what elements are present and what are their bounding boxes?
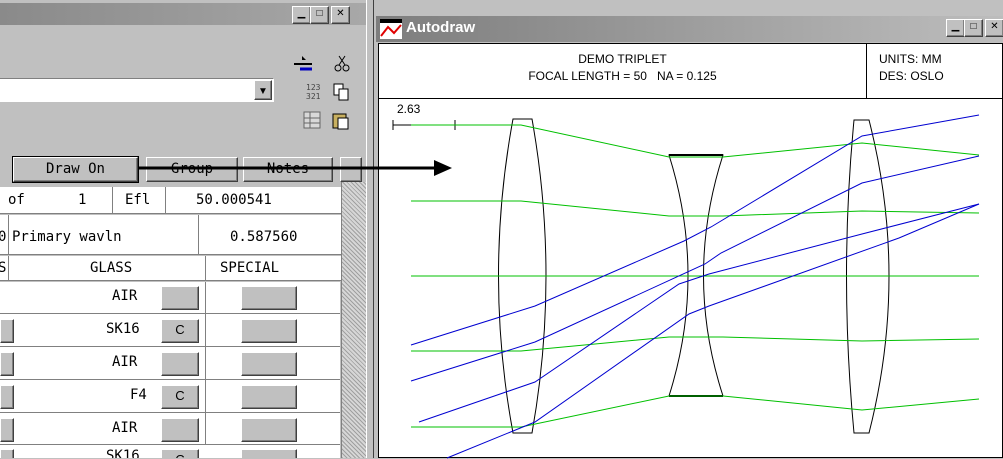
minimize-icon: ▁: [951, 21, 960, 32]
primary-wavelength-value: 0.587560: [230, 229, 298, 245]
close-button[interactable]: ✕: [985, 19, 1003, 37]
autodraw-titlebar-top: [376, 0, 1003, 16]
row-surface-button[interactable]: [0, 385, 14, 409]
draw-on-button[interactable]: Draw On: [12, 156, 139, 183]
lens-drawing: [392, 114, 980, 459]
sort-icon[interactable]: 123 321: [306, 83, 321, 101]
row2-prefix: 0: [0, 229, 7, 245]
table-row: AIR: [0, 413, 340, 445]
info-row-1: [0, 187, 366, 214]
table-row: SK16 C: [0, 446, 340, 458]
row-surface-button[interactable]: [0, 319, 14, 343]
divider: [205, 413, 206, 445]
green-rays: [411, 124, 980, 428]
autodraw-title: Autodraw: [406, 19, 476, 36]
maximize-button[interactable]: □: [964, 19, 983, 37]
close-button[interactable]: ✕: [331, 6, 350, 24]
autodraw-titlebar: Autodraw ▁ □ ✕: [376, 16, 1003, 42]
divider: [205, 282, 206, 314]
minimize-button[interactable]: ▁: [292, 6, 311, 24]
toolbar-icons: 123 321: [294, 55, 350, 130]
maximize-icon: □: [970, 21, 977, 32]
glass-name: SK16: [106, 448, 140, 458]
glass-solve-button[interactable]: C: [161, 449, 199, 458]
close-icon: ✕: [990, 21, 999, 32]
surfaces-count: 1: [78, 192, 87, 208]
table-row: F4 C: [0, 380, 340, 413]
copy-icon[interactable]: [333, 83, 349, 101]
divider: [198, 215, 199, 255]
draw-on-label: Draw On: [45, 161, 105, 177]
table-row: AIR: [0, 347, 340, 380]
pointer-arrow: [138, 160, 452, 176]
glass-solve-button[interactable]: C: [161, 385, 199, 409]
divider: [8, 256, 9, 281]
column-header-s: S: [0, 260, 7, 276]
glass-name: F4: [130, 387, 147, 403]
maximize-icon: □: [316, 8, 323, 19]
column-header-special: SPECIAL: [220, 260, 280, 276]
close-icon: ✕: [336, 8, 345, 19]
efl-label: Efl: [125, 192, 151, 208]
special-button[interactable]: [241, 385, 297, 409]
glass-solve-button[interactable]: [161, 286, 199, 310]
row-surface-button[interactable]: [0, 449, 14, 458]
table-row: AIR: [0, 282, 340, 314]
divider: [205, 380, 206, 413]
glass-solve-button[interactable]: [161, 352, 199, 376]
svg-text:123: 123: [306, 83, 321, 92]
special-button[interactable]: [241, 352, 297, 376]
special-button[interactable]: [241, 449, 297, 458]
autodraw-app-icon: [380, 19, 402, 39]
special-button[interactable]: [241, 319, 297, 343]
divider: [112, 187, 113, 214]
maximize-button[interactable]: □: [310, 6, 329, 24]
divider: [205, 347, 206, 380]
chevron-down-icon: ▼: [258, 86, 268, 97]
glass-name: AIR: [112, 288, 138, 304]
line-style-icon[interactable]: [294, 56, 312, 71]
divider: [205, 314, 206, 347]
lens-combo[interactable]: ▼: [0, 78, 274, 102]
glass-name: SK16: [106, 321, 140, 337]
autodraw-canvas: DEMO TRIPLET FOCAL LENGTH = 50 NA = 0.12…: [378, 43, 1003, 459]
table-row: SK16 C: [0, 314, 340, 347]
divider: [205, 256, 206, 281]
glass-name: AIR: [112, 420, 138, 436]
row-surface-button[interactable]: [0, 352, 14, 376]
paste-icon[interactable]: [332, 113, 349, 130]
primary-wavelength-label: Primary wavln: [12, 229, 122, 245]
combo-dropdown-button[interactable]: ▼: [254, 80, 272, 100]
glass-name: AIR: [112, 354, 138, 370]
column-header-glass: GLASS: [90, 260, 133, 276]
divider: [8, 215, 9, 255]
glass-solve-button[interactable]: C: [161, 319, 199, 343]
divider: [165, 187, 166, 214]
grid-icon[interactable]: [303, 111, 321, 129]
minimize-button[interactable]: ▁: [946, 19, 965, 37]
autodraw-window: Autodraw ▁ □ ✕ DEMO TRIPLET FOCAL LENGTH…: [374, 0, 1003, 459]
spreadsheet-window: ▁ □ ✕ ▼ 123 321 Draw On of 1 Efl 50.0005…: [0, 0, 366, 458]
special-button[interactable]: [241, 286, 297, 310]
surfaces-of-label: of: [8, 192, 25, 208]
row-surface-button[interactable]: [0, 418, 14, 442]
special-button[interactable]: [241, 418, 297, 442]
svg-text:321: 321: [306, 92, 321, 101]
vertical-scrollbar[interactable]: [341, 182, 366, 458]
efl-value: 50.000541: [196, 192, 272, 208]
column-header-row: [0, 256, 366, 281]
minimize-icon: ▁: [297, 8, 306, 19]
glass-solve-button[interactable]: [161, 418, 199, 442]
window-separator: [366, 0, 374, 458]
cut-icon[interactable]: [334, 55, 350, 72]
